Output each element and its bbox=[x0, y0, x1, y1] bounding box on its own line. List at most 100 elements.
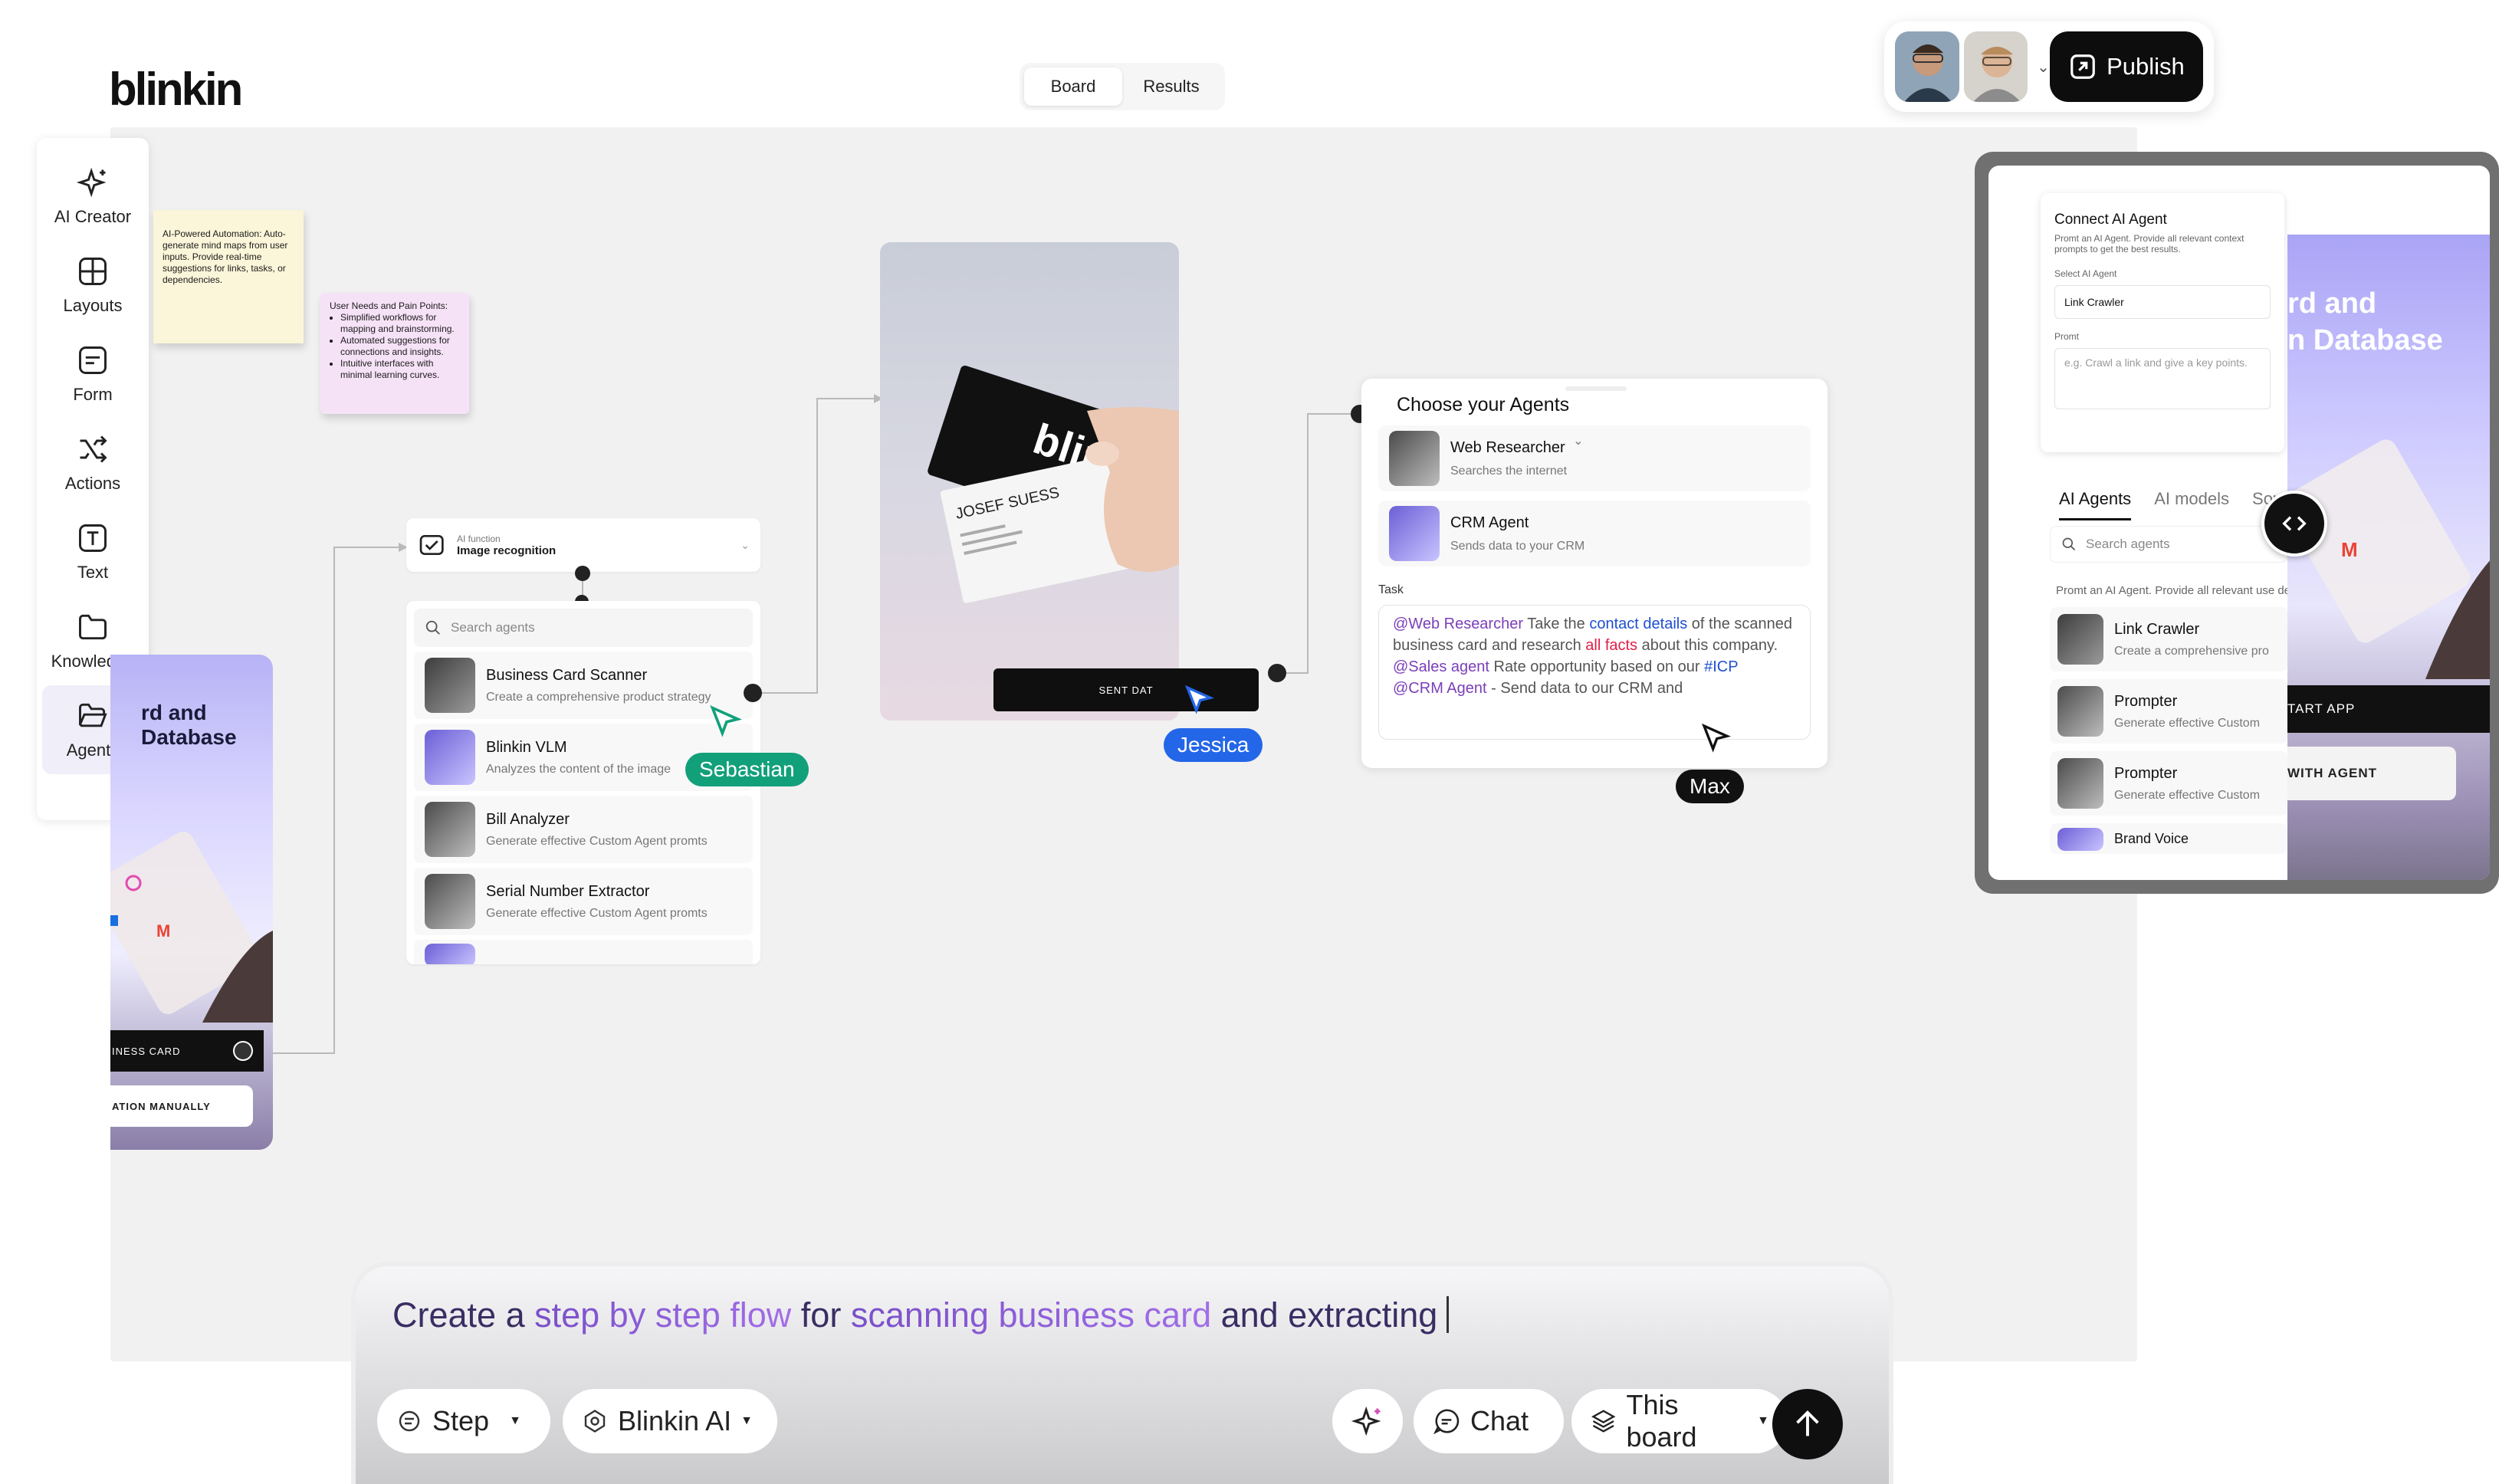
cards-illustration: M bbox=[2287, 439, 2490, 679]
card-desc: Promt an AI Agent. Provide all relevant … bbox=[2054, 233, 2245, 254]
phone-title-line: Database bbox=[141, 725, 237, 749]
tab-ai-models[interactable]: AI models bbox=[2154, 489, 2229, 520]
mention[interactable]: contact details bbox=[1589, 616, 1687, 632]
scope-label: This board bbox=[1626, 1389, 1697, 1453]
chevron-down-icon[interactable]: ⌄ bbox=[1573, 433, 1583, 448]
sparkle-icon bbox=[76, 167, 107, 198]
chevron-down-icon[interactable]: ⌄ bbox=[741, 539, 750, 552]
agent-desc: Searches the internet bbox=[1450, 464, 1568, 478]
list-item[interactable] bbox=[414, 940, 753, 964]
model-label: Blinkin AI bbox=[618, 1405, 732, 1436]
layout-icon bbox=[79, 258, 107, 285]
code-toggle-button[interactable] bbox=[2261, 491, 2327, 556]
text-icon bbox=[79, 524, 107, 552]
agent-thumbnail bbox=[1389, 506, 1440, 561]
with-agent-button[interactable]: WITH AGENT bbox=[2287, 747, 2456, 800]
sidebar-item-layouts[interactable]: Layouts bbox=[42, 241, 143, 330]
agent-thumbnail bbox=[2057, 686, 2103, 737]
sticky-note[interactable]: AI-Powered Automation: Auto-generate min… bbox=[153, 210, 304, 343]
collaborator-cursor-label: Sebastian bbox=[685, 753, 809, 786]
agent-desc: Generate effective Custom bbox=[2114, 716, 2261, 730]
list-item[interactable]: Prompter Generate effective Custom bbox=[2050, 679, 2287, 744]
arrow-up-icon bbox=[1796, 1410, 1819, 1436]
mention[interactable]: @Sales agent bbox=[1393, 658, 1489, 675]
task-text: - Send data to our CRM and bbox=[1486, 680, 1683, 697]
list-item[interactable]: Prompter Generate effective Custom bbox=[2050, 751, 2287, 816]
agent-config-preview: Connect AI Agent Promt an AI Agent. Prov… bbox=[1975, 152, 2499, 894]
mention[interactable]: @Web Researcher bbox=[1393, 616, 1523, 632]
business-card-image: blinkin JOSEF SUESS bbox=[880, 242, 1179, 721]
agent-thumbnail bbox=[425, 658, 475, 713]
phone-preview-left[interactable]: rd and Database M INESS CARD ATION MANUAL… bbox=[110, 655, 273, 1150]
select-value: Link Crawler bbox=[2064, 296, 2124, 308]
connector-handle[interactable] bbox=[233, 1041, 253, 1061]
step-mode-select[interactable]: Step ▼ bbox=[377, 1389, 550, 1453]
connector-handle[interactable] bbox=[575, 566, 590, 581]
prompt-text: Create a bbox=[392, 1295, 535, 1335]
button-label: TART APP bbox=[2287, 701, 2356, 716]
start-app-button[interactable]: TART APP bbox=[2287, 685, 2490, 733]
send-data-button[interactable]: SENT DAT bbox=[993, 668, 1259, 711]
sparkle-icon bbox=[1351, 1406, 1381, 1436]
layers-icon bbox=[1591, 1410, 1616, 1433]
mention[interactable]: #ICP bbox=[1704, 658, 1738, 675]
agent-name: Blinkin VLM bbox=[486, 738, 567, 756]
chat-icon bbox=[1433, 1409, 1460, 1435]
sidebar-item-form[interactable]: Form bbox=[42, 330, 143, 419]
hint-text: Promt an AI Agent. Provide all relevant … bbox=[2056, 584, 2287, 597]
connector-handle[interactable] bbox=[1268, 664, 1286, 682]
card-title: Connect AI Agent bbox=[2054, 212, 2167, 228]
prompt-textarea[interactable]: e.g. Crawl a link and give a key points. bbox=[2054, 348, 2271, 409]
cursor-arrow-icon bbox=[1184, 685, 1214, 714]
shuffle-icon bbox=[80, 435, 107, 463]
chat-button[interactable]: Chat bbox=[1414, 1389, 1564, 1453]
list-item[interactable]: CRM Agent Sends data to your CRM bbox=[1378, 501, 1811, 566]
mention[interactable]: all facts bbox=[1585, 637, 1637, 654]
search-input[interactable]: Search agents bbox=[2050, 526, 2287, 563]
agent-select[interactable]: Link Crawler bbox=[2054, 285, 2271, 319]
phone-preview-right[interactable]: rd and n Database M TART APP WITH AGENT bbox=[2287, 235, 2490, 880]
sidebar-item-label: Layouts bbox=[63, 296, 123, 315]
chat-label: Chat bbox=[1470, 1405, 1529, 1436]
mention[interactable]: @CRM Agent bbox=[1393, 680, 1487, 697]
list-item[interactable]: Web Researcher Searches the internet ⌄ bbox=[1378, 425, 1811, 491]
sidebar-item-actions[interactable]: Actions bbox=[42, 419, 143, 507]
task-text: Take the bbox=[1523, 616, 1590, 632]
sidebar-item-text[interactable]: Text bbox=[42, 507, 143, 596]
sidebar-item-ai-creator[interactable]: AI Creator bbox=[42, 152, 143, 241]
choose-agents-node[interactable]: Choose your Agents Web Researcher Searche… bbox=[1361, 379, 1827, 768]
list-item[interactable]: Link Crawler Create a comprehensive pro bbox=[2050, 607, 2287, 671]
list-item[interactable]: Serial Number Extractor Generate effectiv… bbox=[414, 868, 753, 935]
agent-thumbnail bbox=[2057, 828, 2103, 851]
ai-function-title: Image recognition bbox=[457, 543, 557, 557]
step-icon bbox=[399, 1410, 420, 1432]
search-input[interactable]: Search agents bbox=[414, 609, 753, 647]
sticky-note[interactable]: User Needs and Pain Points: Simplified w… bbox=[320, 293, 469, 414]
model-select[interactable]: Blinkin AI ▼ bbox=[563, 1389, 777, 1453]
sticky-note-text: AI-Powered Automation: Auto-generate min… bbox=[163, 228, 288, 285]
ai-assist-button[interactable] bbox=[1332, 1389, 1403, 1453]
phone-title-line: rd and bbox=[2287, 287, 2377, 320]
ai-function-node[interactable]: AI function Image recognition ⌄ bbox=[406, 518, 760, 572]
cursor-arrow-icon bbox=[710, 705, 742, 737]
model-icon bbox=[584, 1410, 606, 1433]
manual-entry-button[interactable]: ATION MANUALLY bbox=[110, 1085, 253, 1127]
prompt-input[interactable]: Create a step by step flow for scanning … bbox=[392, 1295, 1450, 1335]
scope-select[interactable]: This board ▼ bbox=[1571, 1389, 1788, 1453]
task-textarea[interactable]: @Web Researcher Take the contact details… bbox=[1378, 605, 1811, 740]
caret-down-icon: ▼ bbox=[741, 1414, 753, 1427]
connector-handle[interactable] bbox=[744, 684, 762, 702]
prompt-placeholder: e.g. Crawl a link and give a key points. bbox=[2064, 356, 2248, 369]
ai-function-caption: AI function bbox=[457, 533, 501, 544]
button-label: SENT DAT bbox=[1098, 684, 1154, 696]
agent-name: Brand Voice bbox=[2114, 831, 2189, 846]
drag-handle[interactable] bbox=[1565, 386, 1627, 391]
agent-desc: Generate effective Custom Agent promts bbox=[486, 834, 708, 848]
list-item[interactable]: Bill Analyzer Generate effective Custom A… bbox=[414, 796, 753, 863]
list-item[interactable]: Brand Voice bbox=[2050, 823, 2287, 854]
tab-ai-agents[interactable]: AI Agents bbox=[2059, 489, 2132, 520]
list-item[interactable]: Business Card Scanner Create a comprehens… bbox=[414, 652, 753, 719]
send-button[interactable] bbox=[1772, 1389, 1843, 1459]
button-label: WITH AGENT bbox=[2287, 766, 2378, 780]
agent-name: Business Card Scanner bbox=[486, 666, 648, 684]
